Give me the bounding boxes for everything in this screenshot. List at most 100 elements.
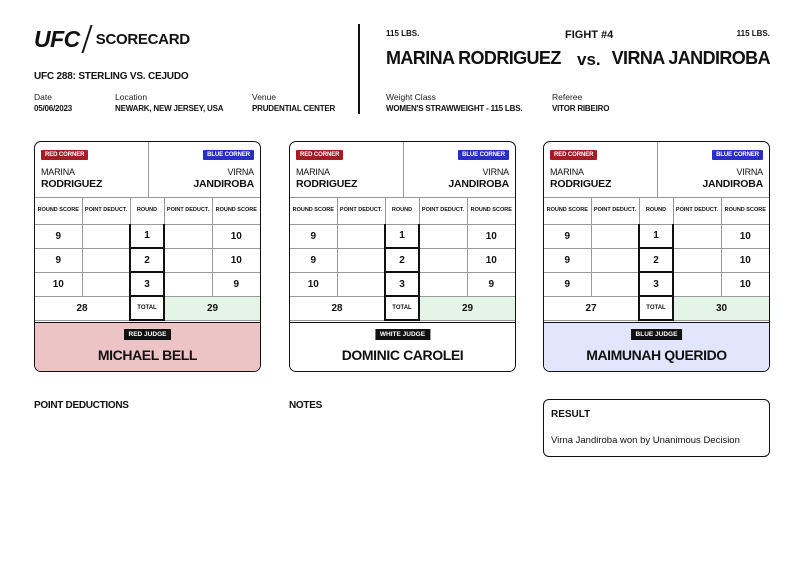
round-row: 10 3 9 <box>290 271 515 297</box>
red-round-score: 9 <box>544 272 592 297</box>
red-point-deduct-header: POINT DEDUCT. <box>591 198 640 225</box>
red-round-score-header: ROUND SCORE <box>544 198 592 225</box>
blue-point-deduct-header: POINT DEDUCT. <box>419 198 468 225</box>
blue-point-deduction <box>419 224 468 249</box>
red-point-deduction <box>591 272 640 297</box>
blue-fighter-last-name: JANDIROBA <box>448 178 509 190</box>
blue-corner-fighter: VIRNA JANDIROBA <box>702 166 763 190</box>
blue-point-deduction <box>673 248 722 273</box>
date-label: Date <box>34 92 52 102</box>
red-point-deduction <box>337 248 386 273</box>
blue-corner-fighter: VIRNA JANDIROBA <box>448 166 509 190</box>
blue-point-deduction <box>164 248 213 273</box>
total-label: TOTAL <box>129 295 165 321</box>
red-corner-fighter: MARINA RODRIGUEZ <box>41 166 102 190</box>
logo-divider <box>81 25 93 53</box>
red-round-score-header: ROUND SCORE <box>35 198 83 225</box>
blue-point-deduct-header: POINT DEDUCT. <box>673 198 722 225</box>
date-value: 05/06/2023 <box>34 104 73 113</box>
blue-round-score-header: ROUND SCORE <box>467 198 515 225</box>
point-deductions-heading: POINT DEDUCTIONS <box>34 400 129 411</box>
red-round-score: 9 <box>290 224 338 249</box>
judge-badge: RED JUDGE <box>123 329 172 340</box>
corner-divider <box>148 142 149 198</box>
fight-number: FIGHT #4 <box>565 29 614 41</box>
red-fighter-last-name: RODRIGUEZ <box>296 178 358 190</box>
red-round-score: 9 <box>35 248 83 273</box>
red-fighter-first-name: MARINA <box>296 167 330 177</box>
score-table: ROUND SCORE POINT DEDUCT. ROUND POINT DEDUC… <box>290 198 515 321</box>
total-label: TOTAL <box>384 295 420 321</box>
blue-total-score: 29 <box>419 296 515 321</box>
round-number: 3 <box>384 271 420 297</box>
red-point-deduction <box>82 224 131 249</box>
blue-round-score: 10 <box>721 224 769 249</box>
blue-point-deduction <box>673 272 722 297</box>
judge-name: DOMINIC CAROLEI <box>341 347 464 363</box>
red-point-deduction <box>591 248 640 273</box>
round-row: 9 2 10 <box>35 247 260 273</box>
blue-corner-badge: BLUE CORNER <box>712 150 763 160</box>
round-number: 3 <box>638 271 674 297</box>
blue-round-score-header: ROUND SCORE <box>721 198 769 225</box>
judge-badge: BLUE JUDGE <box>630 329 683 340</box>
event-name: UFC 288: STERLING VS. CEJUDO <box>34 71 189 82</box>
referee-value: VITOR RIBEIRO <box>552 104 610 113</box>
red-corner-badge: RED CORNER <box>550 150 598 160</box>
blue-round-score: 10 <box>467 224 515 249</box>
blue-total-score: 29 <box>164 296 260 321</box>
location-label: Location <box>115 92 148 102</box>
ufc-logo-text: UFC <box>34 25 80 52</box>
red-round-score: 9 <box>290 248 338 273</box>
total-label: TOTAL <box>638 295 674 321</box>
judge-panel: RED JUDGE MICHAEL BELL <box>35 322 260 371</box>
blue-round-score: 10 <box>212 224 260 249</box>
round-number: 2 <box>384 247 420 273</box>
blue-round-score: 10 <box>721 248 769 273</box>
blue-round-score: 9 <box>212 272 260 297</box>
location-value: NEWARK, NEW JERSEY, USA <box>115 104 224 113</box>
score-table: ROUND SCORE POINT DEDUCT. ROUND POINT DEDUC… <box>544 198 769 321</box>
round-number: 2 <box>638 247 674 273</box>
red-total-score: 28 <box>290 296 386 321</box>
blue-total-score: 30 <box>673 296 769 321</box>
blue-point-deduction <box>164 272 213 297</box>
red-point-deduction <box>337 224 386 249</box>
notes-heading: NOTES <box>289 400 322 411</box>
blue-point-deduction <box>419 248 468 273</box>
judge-scorecard: RED CORNER BLUE CORNER MARINA RODRIGUEZ VIRN… <box>543 141 770 372</box>
blue-corner-badge: BLUE CORNER <box>458 150 509 160</box>
corner-divider <box>403 142 404 198</box>
blue-corner-badge: BLUE CORNER <box>203 150 254 160</box>
red-corner-fighter: MARINA RODRIGUEZ <box>550 166 611 190</box>
referee-label: Referee <box>552 92 583 102</box>
corner-header: RED CORNER BLUE CORNER MARINA RODRIGUEZ VIRN… <box>35 142 260 198</box>
red-round-score: 9 <box>544 224 592 249</box>
ufc-scorecard-logo: UFC SCORECARD <box>34 25 190 53</box>
judge-scorecard: RED CORNER BLUE CORNER MARINA RODRIGUEZ VIRN… <box>289 141 516 372</box>
blue-fighter-first-name: VIRNA <box>482 167 509 177</box>
blue-fighter-first-name: VIRNA <box>227 167 254 177</box>
venue-label: Venue <box>252 92 277 102</box>
round-row: 9 1 10 <box>35 223 260 249</box>
red-point-deduction <box>82 248 131 273</box>
red-point-deduct-header: POINT DEDUCT. <box>337 198 386 225</box>
blue-point-deduction <box>419 272 468 297</box>
blue-fighter-last-name: JANDIROBA <box>193 178 254 190</box>
red-total-score: 27 <box>544 296 640 321</box>
judge-name: MAIMUNAH QUERIDO <box>586 347 727 363</box>
round-row: 9 1 10 <box>290 223 515 249</box>
blue-round-score: 10 <box>212 248 260 273</box>
weight-class-label: Weight Class <box>386 92 436 102</box>
blue-point-deduction <box>673 224 722 249</box>
blue-round-score: 9 <box>467 272 515 297</box>
vs-label: vs. <box>577 50 601 69</box>
blue-round-score: 10 <box>721 272 769 297</box>
result-title: RESULT <box>551 409 591 420</box>
blue-corner-fighter: VIRNA JANDIROBA <box>193 166 254 190</box>
red-corner-badge: RED CORNER <box>296 150 344 160</box>
red-round-score: 10 <box>35 272 83 297</box>
judge-name: MICHAEL BELL <box>97 347 198 363</box>
red-fighter-weight: 115 LBS. <box>386 29 420 38</box>
round-header: ROUND <box>639 198 674 225</box>
